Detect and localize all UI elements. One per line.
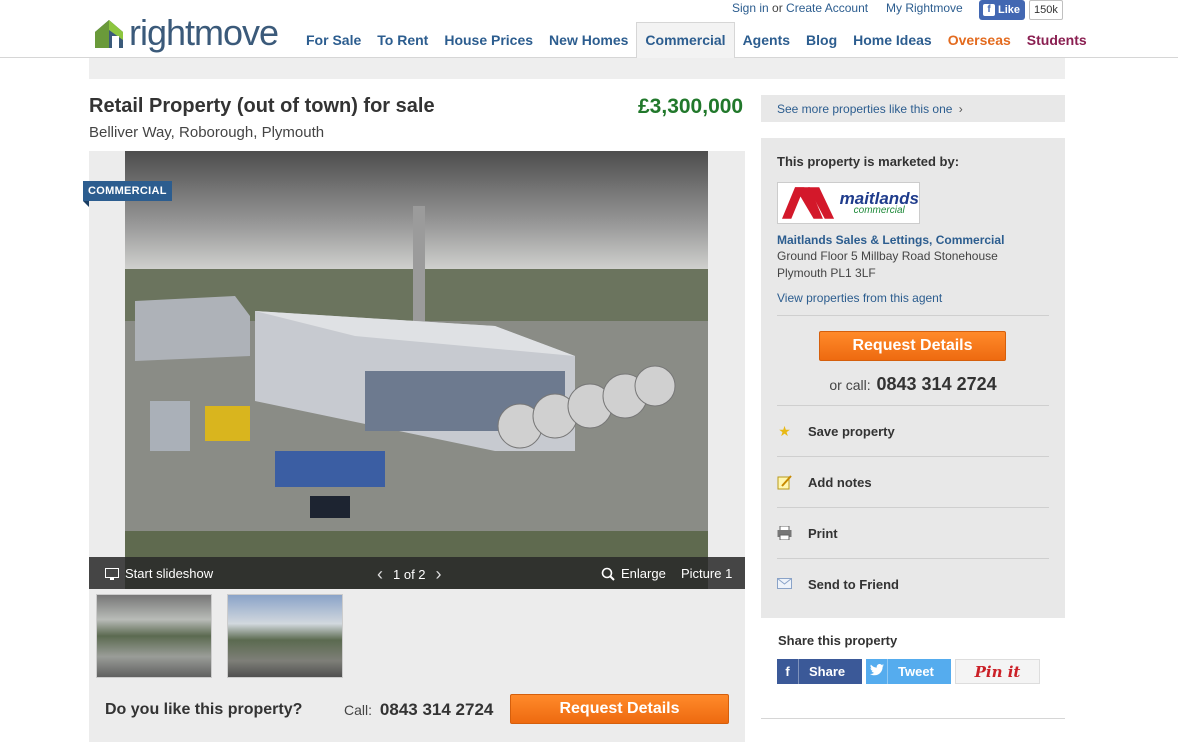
enquiry-bar: Do you like this property? Call: 0843 31…	[89, 679, 745, 742]
industrial-building-illustration	[125, 151, 708, 589]
nav-to-rent[interactable]: To Rent	[369, 22, 436, 58]
agent-address-line2: Plymouth PL1 3LF	[777, 266, 876, 280]
or-call: or call: 0843 314 2724	[761, 374, 1065, 395]
thumbnail-2[interactable]	[227, 594, 343, 678]
agent-address-line1: Ground Floor 5 Millbay Road Stonehouse	[777, 249, 998, 263]
nav-home-ideas[interactable]: Home Ideas	[845, 22, 940, 58]
main-nav: For Sale To Rent House Prices New Homes …	[298, 22, 1095, 59]
house-logo-icon	[95, 20, 123, 48]
thumbnail-1[interactable]	[96, 594, 212, 678]
divider	[777, 558, 1049, 559]
agent-panel: This property is marketed by: maitlands …	[761, 138, 1065, 618]
site-header: rightmove Sign in or Create Account My R…	[0, 0, 1178, 59]
divider	[777, 405, 1049, 406]
enlarge-label: Enlarge	[621, 566, 666, 581]
pinterest-pin-button[interactable]: Pin it	[955, 659, 1040, 684]
facebook-like-widget[interactable]: f Like 150k	[979, 0, 1063, 20]
sub-nav-strip	[89, 58, 1065, 79]
envelope-icon	[777, 577, 792, 592]
thumbnail-strip	[89, 589, 745, 679]
print-action[interactable]: Print	[777, 513, 838, 553]
rightmove-logo[interactable]: rightmove	[93, 12, 279, 54]
see-more-link[interactable]: See more properties like this one ›	[761, 95, 1065, 122]
star-icon: ★	[778, 422, 791, 439]
add-notes-label: Add notes	[808, 474, 872, 490]
facebook-icon: f	[983, 4, 995, 16]
or-call-label: or call:	[829, 377, 871, 393]
chevron-right-icon[interactable]: ›	[436, 564, 442, 585]
like-property-question: Do you like this property?	[105, 701, 303, 718]
divider	[761, 718, 1065, 719]
enlarge-button[interactable]: Enlarge	[601, 566, 666, 581]
logo-text: rightmove	[129, 12, 279, 53]
divider	[777, 456, 1049, 457]
nav-agents[interactable]: Agents	[735, 22, 798, 58]
nav-students[interactable]: Students	[1019, 22, 1095, 58]
slideshow-label: Start slideshow	[125, 566, 214, 581]
or-text: or	[768, 1, 787, 15]
marketed-by-heading: This property is marketed by:	[777, 154, 960, 169]
twitter-tweet-button[interactable]: Tweet	[866, 659, 951, 684]
property-price: £3,300,000	[638, 95, 744, 118]
printer-icon	[777, 525, 792, 541]
call-phone[interactable]: 0843 314 2724	[380, 700, 493, 719]
call-label: Call:	[344, 702, 373, 718]
see-more-label: See more properties like this one	[777, 102, 953, 116]
nav-new-homes[interactable]: New Homes	[541, 22, 636, 58]
share-heading: Share this property	[778, 633, 898, 648]
gallery-controls: Start slideshow ‹ 1 of 2 › Enlarge Pictu…	[89, 557, 745, 589]
chevron-right-icon: ›	[958, 102, 963, 116]
picture-label: Picture 1	[681, 566, 733, 581]
main-property-photo[interactable]	[125, 151, 708, 589]
sign-in-link[interactable]: Sign in	[732, 1, 769, 15]
nav-for-sale[interactable]: For Sale	[298, 22, 369, 58]
start-slideshow-button[interactable]: Start slideshow	[105, 566, 213, 581]
send-to-friend-action[interactable]: Send to Friend	[777, 564, 899, 604]
nav-overseas[interactable]: Overseas	[940, 22, 1019, 58]
save-property-action[interactable]: ★ Save property	[777, 411, 895, 451]
nav-blog[interactable]: Blog	[798, 22, 845, 58]
property-address: Belliver Way, Roborough, Plymouth	[89, 124, 325, 141]
facebook-share-button[interactable]: f Share	[777, 659, 862, 684]
twitter-icon	[866, 659, 888, 684]
twitter-tweet-label: Tweet	[898, 664, 934, 679]
photo-counter: ‹ 1 of 2 ›	[377, 564, 442, 585]
property-title: Retail Property (out of town) for sale	[89, 95, 435, 117]
photo-gallery: Start slideshow ‹ 1 of 2 › Enlarge Pictu…	[89, 151, 745, 589]
send-to-friend-label: Send to Friend	[808, 576, 899, 592]
add-notes-action[interactable]: Add notes	[777, 462, 872, 502]
maitlands-logo-mark	[782, 187, 835, 219]
divider	[777, 507, 1049, 508]
chevron-left-icon[interactable]: ‹	[377, 564, 383, 585]
agent-logo-name: maitlands	[839, 188, 919, 208]
commercial-badge: COMMERCIAL	[83, 181, 172, 207]
my-rightmove-link[interactable]: My Rightmove	[886, 1, 963, 15]
photo-counter-text: 1 of 2	[393, 567, 426, 582]
nav-commercial[interactable]: Commercial	[636, 22, 735, 59]
view-agent-properties-link[interactable]: View properties from this agent	[777, 291, 942, 305]
or-call-phone[interactable]: 0843 314 2724	[877, 374, 997, 394]
print-label: Print	[808, 525, 838, 541]
call-info: Call: 0843 314 2724	[344, 700, 493, 720]
facebook-icon: f	[777, 659, 799, 684]
notes-icon	[777, 474, 792, 490]
fb-like-label: Like	[998, 4, 1021, 16]
slideshow-icon	[105, 567, 119, 580]
request-details-button-bottom[interactable]: Request Details	[510, 694, 729, 724]
request-details-button[interactable]: Request Details	[819, 331, 1006, 361]
zoom-icon	[601, 567, 615, 581]
agent-name[interactable]: Maitlands Sales & Lettings, Commercial	[777, 233, 1004, 247]
save-property-label: Save property	[808, 423, 895, 439]
account-links: Sign in or Create Account	[732, 1, 868, 15]
fb-like-count: 150k	[1029, 0, 1063, 20]
create-account-link[interactable]: Create Account	[786, 1, 868, 15]
nav-house-prices[interactable]: House Prices	[436, 22, 541, 58]
facebook-like-button[interactable]: f Like	[979, 0, 1026, 20]
divider	[777, 315, 1049, 316]
agent-logo[interactable]: maitlands commercial	[777, 182, 920, 224]
facebook-share-label: Share	[809, 664, 846, 679]
